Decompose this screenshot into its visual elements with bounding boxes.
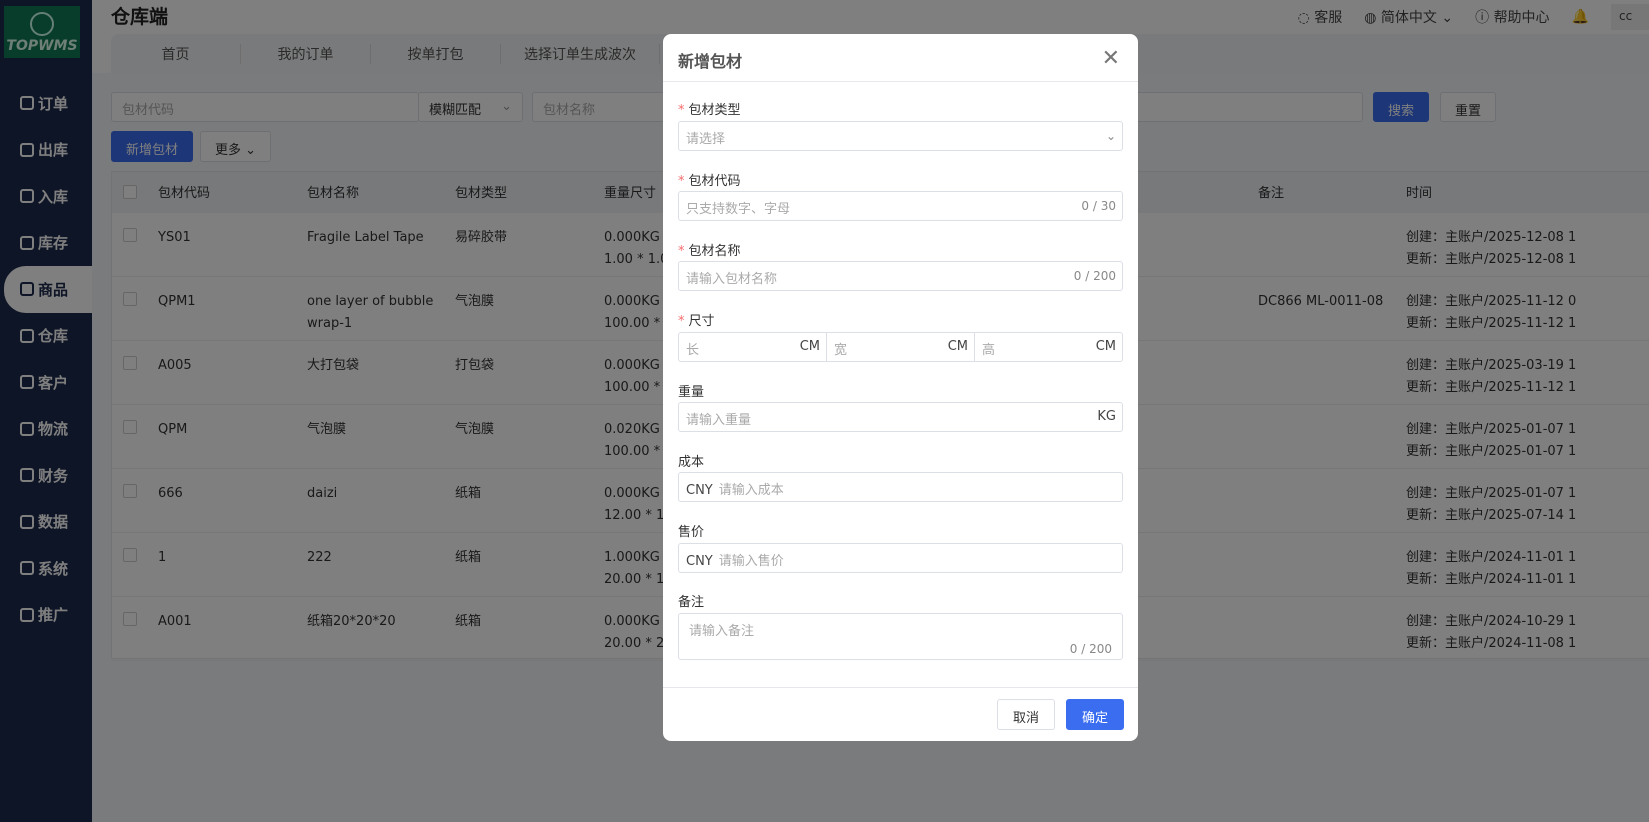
cost-label: 成本 [678, 455, 705, 470]
code-label: * 包材代码 [678, 174, 741, 189]
type-label: * 包材类型 [678, 103, 741, 118]
height-input[interactable]: 高 CM [975, 333, 1122, 361]
type-label-text: 包材类型 [688, 103, 741, 118]
remark-placeholder: 请输入备注 [689, 624, 755, 639]
dialog-footer [663, 687, 1138, 688]
unit-kg: KG [1097, 409, 1116, 424]
currency-prefix: CNY [686, 554, 713, 569]
price-placeholder: 请输入售价 [718, 554, 784, 569]
type-select[interactable]: 请选择 ⌄ [678, 121, 1123, 151]
chevron-down-icon: ⌄ [1105, 129, 1116, 143]
dialog-title: 新增包材 [678, 52, 743, 71]
size-inputs: 长 CM 宽 CM 高 CM [678, 332, 1123, 362]
height-placeholder: 高 [982, 343, 996, 358]
length-input[interactable]: 长 CM [679, 333, 827, 361]
width-placeholder: 宽 [834, 343, 848, 358]
weight-label: 重量 [678, 385, 705, 400]
remark-char-count: 0 / 200 [1069, 642, 1112, 656]
code-input[interactable]: 只支持数字、字母 0 / 30 [678, 191, 1123, 221]
name-label-text: 包材名称 [688, 244, 741, 259]
cost-input[interactable]: CNY 请输入成本 [678, 472, 1123, 502]
code-char-count: 0 / 30 [1081, 199, 1116, 213]
code-placeholder: 只支持数字、字母 [686, 202, 791, 217]
width-input[interactable]: 宽 CM [827, 333, 975, 361]
code-label-text: 包材代码 [688, 174, 741, 189]
remark-textarea[interactable]: 请输入备注 0 / 200 [678, 613, 1123, 660]
size-label: * 尺寸 [678, 314, 715, 329]
size-label-text: 尺寸 [688, 314, 715, 329]
confirm-button[interactable]: 确定 [1066, 699, 1125, 730]
unit-cm: CM [799, 339, 820, 354]
name-placeholder: 请输入包材名称 [686, 272, 778, 287]
unit-cm: CM [1095, 339, 1116, 354]
name-input[interactable]: 请输入包材名称 0 / 200 [678, 261, 1123, 291]
cost-placeholder: 请输入成本 [718, 483, 784, 498]
remark-label: 备注 [678, 595, 705, 610]
weight-input[interactable]: 请输入重量 KG [678, 402, 1123, 432]
close-icon[interactable]: ✕ [1102, 46, 1120, 71]
unit-cm: CM [947, 339, 968, 354]
weight-placeholder: 请输入重量 [686, 413, 752, 428]
price-input[interactable]: CNY 请输入售价 [678, 543, 1123, 573]
currency-prefix: CNY [686, 483, 713, 498]
name-char-count: 0 / 200 [1073, 269, 1116, 283]
type-placeholder: 请选择 [686, 132, 726, 147]
dialog-header: 新增包材 ✕ [663, 34, 1138, 82]
name-label: * 包材名称 [678, 244, 741, 259]
add-material-dialog: 新增包材 ✕ * 包材类型 请选择 ⌄ * 包材代码 只支持数字、字母 0 / 30 * 包… [663, 34, 1138, 741]
price-label: 售价 [678, 525, 705, 540]
length-placeholder: 长 [686, 343, 700, 358]
cancel-button[interactable]: 取消 [997, 699, 1056, 730]
